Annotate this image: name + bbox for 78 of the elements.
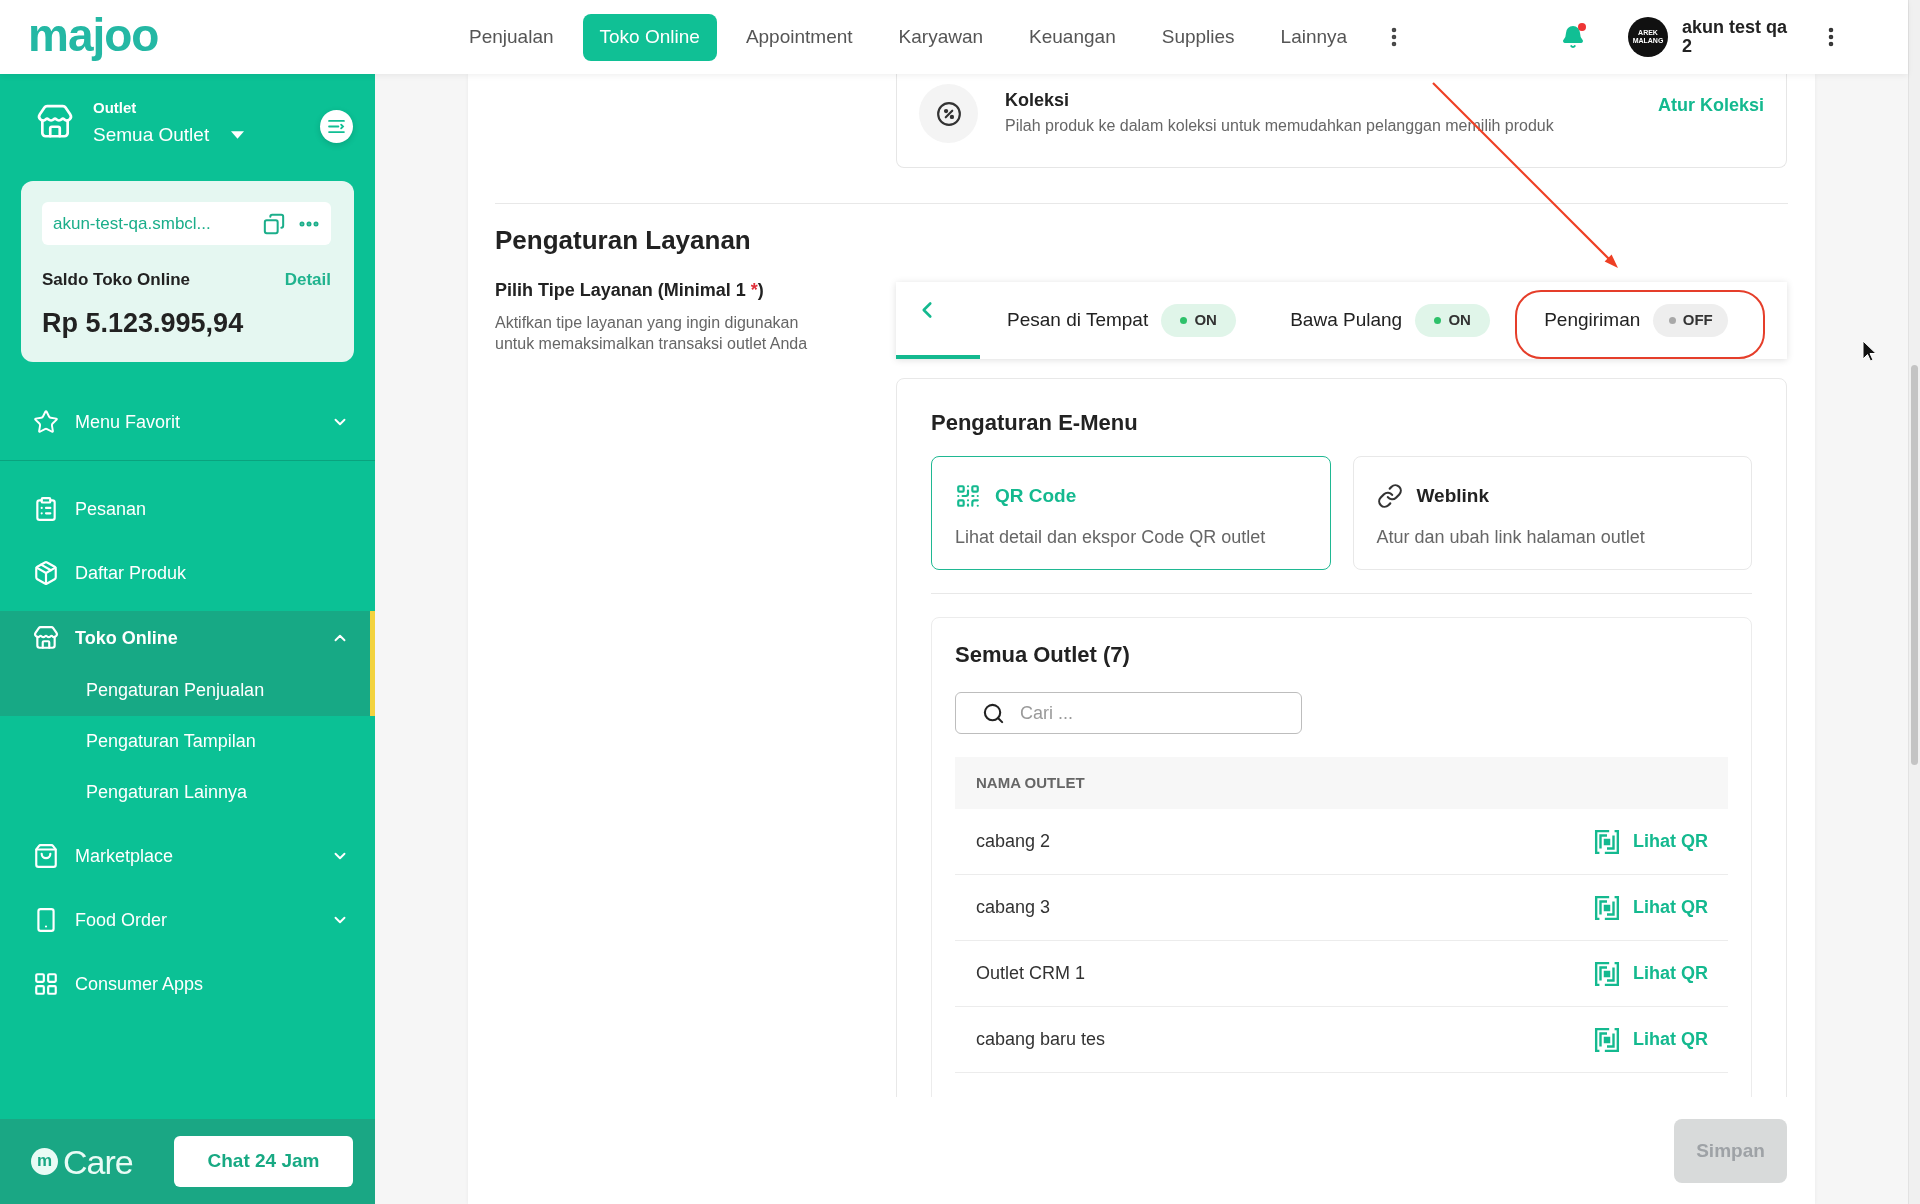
care-logo-text: Care <box>63 1141 133 1182</box>
service-type-label: Pesan di Tempat <box>1007 308 1149 333</box>
section-title: Pengaturan Layanan <box>495 224 752 256</box>
care-logo-mark: m <box>31 1148 58 1175</box>
menu-icon <box>328 120 345 133</box>
sidebar-subitem[interactable]: Pengaturan Tampilan <box>0 716 375 767</box>
package-icon <box>33 560 59 586</box>
qr-frame-icon <box>1594 828 1620 855</box>
shopping-bag-icon <box>33 843 59 869</box>
service-type-label: Bawa Pulang <box>1290 308 1403 333</box>
store-icon <box>33 625 59 651</box>
collection-title: Koleksi <box>1005 89 1071 111</box>
sidebar-item[interactable]: Consumer Apps <box>0 952 375 1016</box>
copy-icon[interactable] <box>263 212 285 235</box>
column-header: NAMA OUTLET <box>976 772 1085 793</box>
emenu-option-card[interactable]: Weblink Atur dan ubah link halaman outlet <box>1352 456 1752 570</box>
option-description: Lihat detail dan ekspor Code QR outlet <box>955 526 1267 548</box>
view-qr-link[interactable]: Lihat QR <box>1594 828 1708 855</box>
qr-frame-icon <box>1594 1026 1620 1053</box>
bell-icon <box>1561 25 1585 49</box>
manage-collection-link[interactable]: Atur Koleksi <box>1657 92 1764 119</box>
mouse-pointer-icon <box>1862 340 1877 362</box>
emenu-option-card[interactable]: QR Code Lihat detail dan ekspor Code QR outlet <box>931 456 1331 570</box>
outlet-name: cabang 2 <box>976 830 1051 853</box>
balance-label: Saldo Toko Online <box>42 269 190 291</box>
sidebar-item[interactable]: Marketplace <box>0 824 375 888</box>
scrollbar-thumb[interactable] <box>1911 365 1918 765</box>
search-icon <box>982 702 1005 725</box>
outlet-name: cabang 3 <box>976 896 1051 919</box>
option-description: Atur dan ubah link halaman outlet <box>1376 526 1646 548</box>
balance-amount: Rp 5.123.995,94 <box>42 307 245 339</box>
sidebar-toggle-button[interactable] <box>320 110 353 143</box>
sidebar-subitem[interactable]: Pengaturan Penjualan <box>0 665 375 716</box>
caret-down-icon <box>231 131 245 139</box>
nav-tab[interactable]: Lainnya <box>1263 13 1365 61</box>
qr-frame-icon <box>1594 894 1620 921</box>
nav-tab[interactable]: Toko Online <box>582 13 717 61</box>
nav-tab[interactable]: Karyawan <box>881 13 1001 61</box>
favorites-menu[interactable]: Menu Favorit <box>0 390 375 454</box>
nav-tab[interactable]: Appointment <box>728 13 870 61</box>
scrollbar[interactable] <box>1908 0 1920 1204</box>
search-field[interactable]: Cari ... <box>955 692 1302 734</box>
option-title: QR Code <box>995 483 1077 508</box>
link-icon <box>1376 483 1403 509</box>
qr-code-icon <box>955 483 981 509</box>
majoo-logo[interactable]: majoo <box>28 9 159 65</box>
view-qr-link[interactable]: Lihat QR <box>1594 1026 1708 1053</box>
nav-tab[interactable]: Penjualan <box>452 13 571 61</box>
status-toggle[interactable]: ON <box>1161 304 1237 337</box>
outlet-label: Outlet <box>93 98 138 118</box>
option-title: Weblink <box>1416 483 1489 508</box>
store-url[interactable]: akun-test-qa.smbcl... <box>53 210 211 237</box>
emenu-title: Pengaturan E-Menu <box>931 410 1139 436</box>
outlet-list-title: Semua Outlet (7) <box>955 641 1131 669</box>
view-qr-link[interactable]: Lihat QR <box>1594 894 1708 921</box>
sidebar-subitem[interactable]: Pengaturan Lainnya <box>0 767 375 818</box>
clipboard-icon <box>33 496 59 522</box>
service-type-label: Pengiriman <box>1544 308 1641 333</box>
chat-button[interactable]: Chat 24 Jam <box>174 1136 353 1187</box>
field-label: Pilih Tipe Layanan (Minimal 1 *) <box>495 279 765 301</box>
field-description: Aktifkan tipe layanan yang ingin digunakan untuk memaksimalkan transaksi outlet Anda <box>495 313 809 354</box>
sidebar-item[interactable]: Daftar Produk <box>0 541 375 605</box>
view-qr-link[interactable]: Lihat QR <box>1594 960 1708 987</box>
status-toggle[interactable]: ON <box>1415 304 1491 337</box>
grid-icon <box>33 971 59 997</box>
detail-link[interactable]: Detail <box>284 269 331 291</box>
nav-tab[interactable]: Supplies <box>1144 13 1252 61</box>
star-icon <box>33 409 59 435</box>
status-toggle[interactable]: OFF <box>1653 304 1729 337</box>
outlet-name: Outlet CRM 1 <box>976 962 1086 985</box>
sidebar-item[interactable]: Pesanan <box>0 477 375 541</box>
outlet-name: cabang baru tes <box>976 1028 1106 1051</box>
outlet-dropdown[interactable]: Semua Outlet <box>93 122 245 148</box>
sidebar-item[interactable]: Food Order <box>0 888 375 952</box>
user-name[interactable]: akun test qa 2 <box>1682 18 1794 56</box>
nav-tab[interactable]: Keuangan <box>1012 13 1133 61</box>
qr-frame-icon <box>1594 960 1620 987</box>
sidebar-item[interactable]: Toko Online <box>0 611 375 665</box>
